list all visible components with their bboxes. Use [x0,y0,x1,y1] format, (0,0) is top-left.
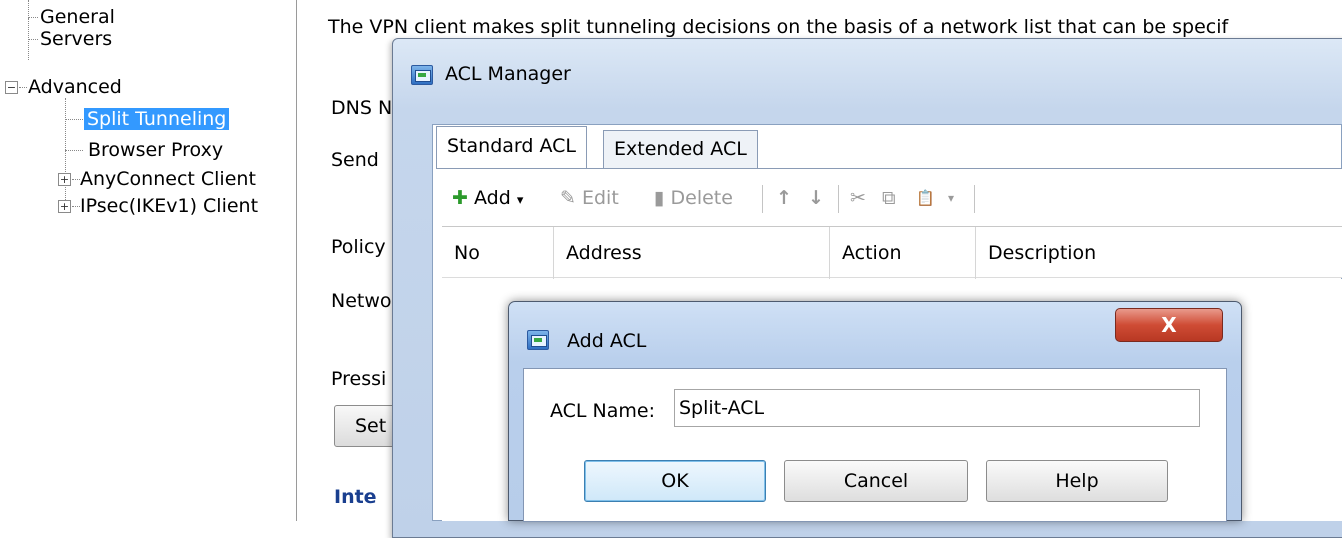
column-header-address[interactable]: Address [554,227,830,279]
tree-connector [28,39,38,40]
tree-connector [65,98,66,212]
cut-icon[interactable]: ✂ [850,185,866,211]
tab-extended-acl[interactable]: Extended ACL [603,130,758,168]
intercept-section-label: Inte [334,486,377,508]
tree-connector [65,150,83,151]
tree-connector [28,17,38,18]
tree-item-advanced[interactable]: Advanced [28,75,122,99]
cancel-button[interactable]: Cancel [784,460,968,502]
network-list-label: Netwo [331,290,392,312]
close-icon: X [1161,313,1177,337]
acl-name-input[interactable] [674,389,1200,427]
tree-item-label: Servers [40,28,113,50]
policy-label: Policy [331,236,386,258]
acl-table-header: No Address Action Description [442,226,1342,279]
dropdown-caret-icon: ▾ [516,193,524,208]
tree-item-servers[interactable]: Servers [40,27,112,51]
acl-toolbar: ✚ Add ▾ ✎ Edit ▮ Delete ↑ ↓ ✂ ⧉ 📋 ▾ [436,168,1342,226]
tab-label: Standard ACL [447,135,576,157]
trash-icon: ▮ [654,187,665,209]
copy-icon[interactable]: ⧉ [882,185,896,211]
column-header-description[interactable]: Description [976,227,1342,279]
move-down-icon[interactable]: ↓ [808,185,824,211]
help-button[interactable]: Help [986,460,1168,502]
panel-description: The VPN client makes split tunneling dec… [328,16,1229,38]
edit-icon: ✎ [560,187,576,209]
tree-item-split-tunneling[interactable]: Split Tunneling [84,107,230,131]
tree-item-ipsec-client[interactable]: IPsec(IKEv1) Client [80,194,258,218]
tree-item-label: IPsec(IKEv1) Client [80,195,259,217]
plus-icon: ✚ [452,187,468,209]
tree-connector [28,0,29,18]
navigation-tree: General Servers − Advanced Split Tunneli… [0,0,297,521]
tree-item-general[interactable]: General [40,5,115,29]
tree-item-label: Browser Proxy [88,139,224,161]
press-label: Pressi [331,368,387,390]
tab-label: Extended ACL [614,138,747,160]
tree-item-browser-proxy[interactable]: Browser Proxy [88,138,223,162]
toolbar-separator [974,185,975,213]
tree-connector [72,179,80,180]
add-button-label: Add [473,187,511,209]
tree-item-label: AnyConnect Client [80,168,256,190]
expand-icon[interactable]: + [58,200,71,213]
add-acl-app-icon [527,330,549,350]
toolbar-separator [762,185,763,213]
expand-icon[interactable]: + [58,173,71,186]
acl-manager-titlebar[interactable]: ACL Manager [393,39,1342,111]
paste-dropdown-icon[interactable]: ▾ [948,185,954,211]
tree-item-label: General [40,6,115,28]
set-button-label: Set [355,415,387,437]
column-header-action[interactable]: Action [830,227,976,279]
add-button[interactable]: ✚ Add ▾ [452,185,523,211]
move-up-icon[interactable]: ↑ [776,185,792,211]
delete-button[interactable]: ▮ Delete [654,185,733,211]
tree-connector [72,206,80,207]
toolbar-separator [838,185,839,213]
tree-item-anyconnect-client[interactable]: AnyConnect Client [80,167,256,191]
tree-item-label: Split Tunneling [84,108,230,130]
tab-standard-acl[interactable]: Standard ACL [436,126,587,168]
acl-name-label: ACL Name: [550,400,656,422]
acl-manager-app-icon [411,65,433,85]
edit-button[interactable]: ✎ Edit [560,185,619,211]
tree-connector [19,87,27,88]
send-label: Send [331,149,379,171]
acl-manager-title: ACL Manager [445,63,571,85]
tree-item-label: Advanced [28,76,122,98]
add-acl-title: Add ACL [567,330,647,352]
edit-button-label: Edit [581,187,619,209]
dns-label: DNS N [331,97,393,119]
ok-button[interactable]: OK [584,460,766,502]
paste-icon[interactable]: 📋 [916,185,935,211]
collapse-icon[interactable]: − [5,81,18,94]
delete-button-label: Delete [670,187,733,209]
column-header-no[interactable]: No [442,227,554,279]
close-button[interactable]: X [1115,308,1223,342]
tree-connector [65,119,83,120]
